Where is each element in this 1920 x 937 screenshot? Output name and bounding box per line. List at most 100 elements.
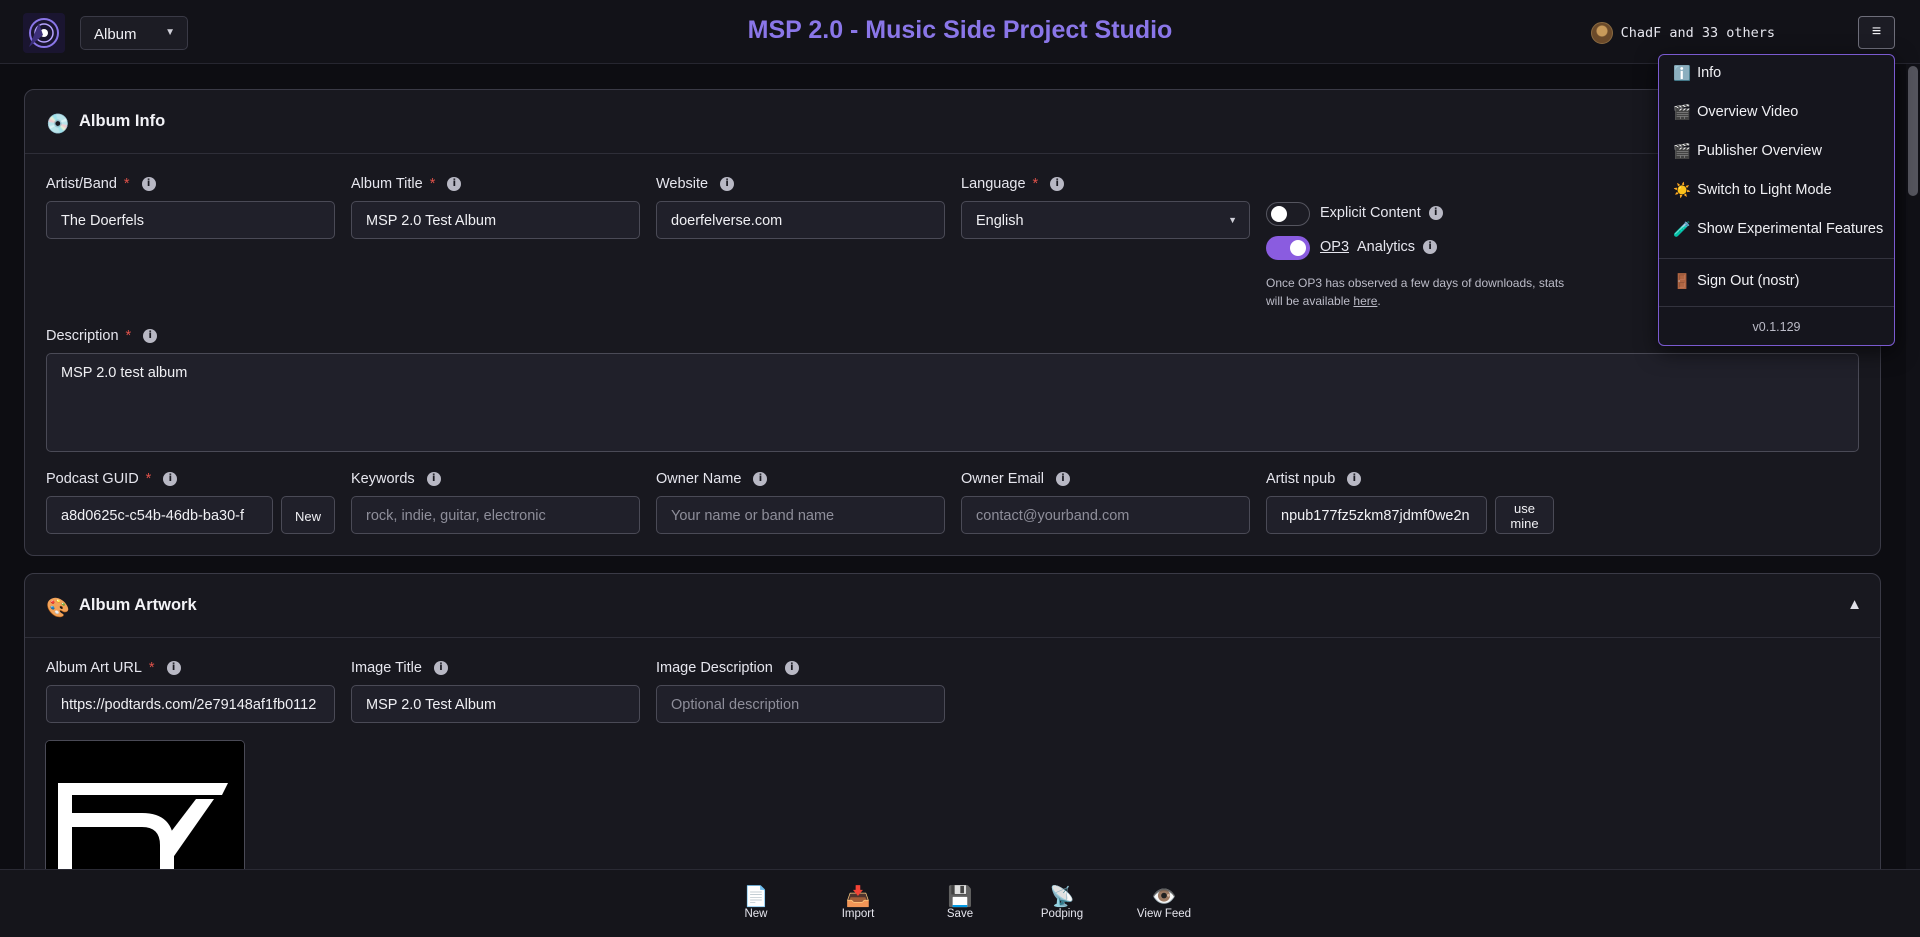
info-icon[interactable]: i	[141, 177, 156, 191]
image-desc-label: Image Description i	[656, 660, 799, 676]
owner-name-input[interactable]: Your name or band name	[656, 496, 945, 534]
info-icon[interactable]: i	[1050, 177, 1065, 191]
owner-name-label: Owner Name i	[656, 471, 768, 487]
label-text: Owner Email	[961, 471, 1044, 487]
door-icon: 🚪	[1673, 274, 1692, 290]
main-menu-dropdown: ℹ️ Info 🎬 Overview Video 🎬 Publisher Ove…	[1658, 54, 1895, 346]
new-button[interactable]: 📄 New	[716, 884, 796, 920]
website-input[interactable]: doerfelverse.com	[656, 201, 945, 239]
album-title-input[interactable]: MSP 2.0 Test Album	[351, 201, 640, 239]
owner-email-input[interactable]: contact@yourband.com	[961, 496, 1250, 534]
help-text-body: Once OP3 has observed a few days of down…	[1266, 276, 1565, 308]
info-icon[interactable]: i	[1347, 472, 1362, 486]
info-icon[interactable]: i	[1056, 472, 1070, 486]
info-icon[interactable]: i	[784, 661, 799, 675]
analytics-toggle[interactable]	[1266, 236, 1310, 260]
art-url-input[interactable]: https://podtards.com/2e79148af1fb0112	[46, 685, 335, 723]
button-line: use	[1514, 501, 1535, 516]
menu-item-label: Show Experimental Features	[1697, 221, 1884, 237]
section-title: Album Artwork	[79, 596, 197, 614]
explicit-toggle[interactable]	[1266, 202, 1310, 226]
disc-icon: 💿	[46, 114, 70, 135]
album-artwork-header[interactable]: 🎨 Album Artwork ▲	[25, 574, 1880, 638]
use-mine-button[interactable]: use mine	[1495, 496, 1554, 534]
user-area[interactable]: ChadF and 33 others	[1590, 21, 1775, 45]
menu-item-info[interactable]: ℹ️ Info	[1659, 55, 1894, 94]
podping-button[interactable]: 📡 Podping	[1022, 884, 1102, 920]
info-icon[interactable]: i	[163, 472, 178, 486]
guid-label: Podcast GUID * i	[46, 471, 178, 487]
info-icon[interactable]: i	[433, 661, 448, 675]
label-text: Website	[656, 176, 709, 192]
label-text: Artist/Band	[46, 176, 117, 192]
language-label: Language * i	[961, 176, 1065, 192]
album-info-header[interactable]: 💿 Album Info	[25, 90, 1880, 154]
required-marker: *	[123, 176, 130, 192]
description-label: Description * i	[46, 328, 158, 344]
toggle-knob	[1290, 240, 1306, 256]
info-icon[interactable]: i	[426, 472, 441, 486]
menu-item-light-mode[interactable]: ☀️ Switch to Light Mode	[1659, 172, 1894, 211]
label-text: Explicit Content	[1320, 205, 1421, 221]
menu-item-experimental[interactable]: 🧪 Show Experimental Features	[1659, 211, 1894, 250]
language-select[interactable]: English ▼	[961, 201, 1250, 239]
info-emoji-icon: ℹ️	[1673, 66, 1692, 82]
album-info-card: 💿 Album Info	[24, 89, 1881, 556]
scrollbar-thumb[interactable]	[1908, 66, 1918, 196]
menu-item-label: Switch to Light Mode	[1697, 182, 1832, 198]
info-icon[interactable]: i	[143, 329, 158, 343]
button-label: Podping	[1040, 908, 1084, 920]
palette-icon: 🎨	[46, 598, 70, 619]
menu-item-publisher-overview[interactable]: 🎬 Publisher Overview	[1659, 133, 1894, 172]
npub-input[interactable]: npub177fz5zkm87jdmf0we2n	[1266, 496, 1487, 534]
image-desc-input[interactable]: Optional description	[656, 685, 945, 723]
description-textarea[interactable]: MSP 2.0 test album	[46, 353, 1859, 452]
save-button[interactable]: 💾 Save	[920, 884, 1000, 920]
album-art-preview	[45, 740, 245, 870]
info-icon[interactable]: i	[447, 177, 462, 191]
artist-input[interactable]: The Doerfels	[46, 201, 335, 239]
analytics-label: OP3 Analytics i	[1320, 239, 1438, 255]
info-icon[interactable]: i	[1423, 240, 1438, 254]
info-icon[interactable]: i	[166, 661, 181, 675]
test-tube-icon: 🧪	[1673, 222, 1692, 238]
clapper-icon: 🎬	[1673, 105, 1692, 121]
op3-help-text: Once OP3 has observed a few days of down…	[1266, 274, 1566, 310]
info-icon[interactable]: i	[753, 472, 768, 486]
sun-icon: ☀️	[1673, 183, 1692, 199]
op3-stats-link[interactable]: here	[1353, 294, 1377, 308]
menu-button[interactable]: ≡	[1858, 16, 1895, 49]
collapse-icon[interactable]: ▲	[1847, 596, 1862, 613]
image-title-label: Image Title i	[351, 660, 448, 676]
section-title: Album Info	[79, 112, 166, 130]
import-button[interactable]: 📥 Import	[818, 884, 898, 920]
label-text: Owner Name	[656, 471, 742, 487]
required-marker: *	[1032, 176, 1039, 192]
required-marker: *	[125, 328, 132, 344]
language-value: English	[976, 213, 1024, 229]
explicit-label: Explicit Content i	[1320, 205, 1443, 221]
owner-email-label: Owner Email i	[961, 471, 1070, 487]
inbox-icon: 📥	[845, 886, 871, 908]
clapper-icon: 🎬	[1673, 144, 1692, 160]
eye-icon: 👁️	[1151, 886, 1177, 908]
label-text: Image Description	[656, 660, 773, 676]
op3-link[interactable]: OP3	[1320, 239, 1349, 255]
avatar-icon	[1590, 22, 1613, 44]
required-marker: *	[148, 660, 155, 676]
image-title-input[interactable]: MSP 2.0 Test Album	[351, 685, 640, 723]
menu-item-label: Publisher Overview	[1697, 143, 1822, 159]
button-line: mine	[1510, 516, 1539, 531]
info-icon[interactable]: i	[1428, 206, 1443, 220]
menu-item-overview-video[interactable]: 🎬 Overview Video	[1659, 94, 1894, 133]
keywords-input[interactable]: rock, indie, guitar, electronic	[351, 496, 640, 534]
menu-item-sign-out[interactable]: 🚪 Sign Out (nostr)	[1659, 259, 1894, 306]
info-icon[interactable]: i	[720, 177, 735, 191]
button-label: Save	[946, 908, 974, 920]
new-guid-button[interactable]: New	[281, 496, 335, 534]
menu-item-label: Info	[1697, 65, 1722, 81]
view-feed-button[interactable]: 👁️ View Feed	[1124, 884, 1204, 920]
guid-input[interactable]: a8d0625c-c54b-46db-ba30-f	[46, 496, 273, 534]
document-icon: 📄	[743, 886, 769, 908]
album-title-label: Album Title * i	[351, 176, 462, 192]
